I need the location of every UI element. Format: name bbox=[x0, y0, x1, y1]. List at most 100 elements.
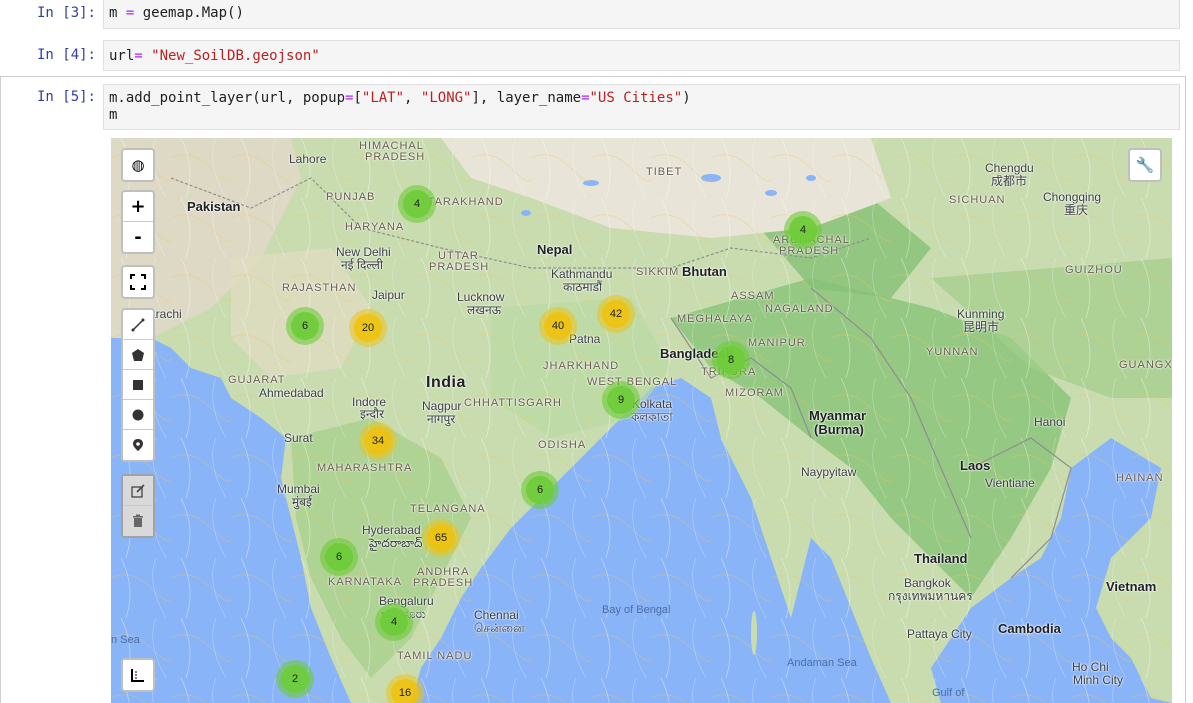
map-label: Thailand bbox=[914, 551, 968, 566]
map-label: Surat bbox=[284, 431, 313, 445]
map-label: Vientiane bbox=[985, 476, 1035, 490]
map-label: GUANGX bbox=[1119, 359, 1172, 371]
map-widget[interactable]: Pakistan India Nepal Bhutan Bangladesh Myanma… bbox=[111, 138, 1172, 703]
cluster-count: 20 bbox=[354, 314, 382, 342]
code-editor[interactable]: m = geemap.Map() bbox=[103, 0, 1180, 29]
marker-cluster[interactable]: 42 bbox=[597, 295, 635, 333]
map-label: JHARKHAND bbox=[543, 360, 620, 372]
cluster-count: 4 bbox=[789, 216, 817, 244]
cluster-count: 40 bbox=[544, 312, 572, 340]
draw-polyline-icon[interactable] bbox=[123, 310, 153, 340]
cell-prompt: In [4]: bbox=[36, 47, 96, 63]
wrench-icon[interactable]: 🔧 bbox=[1130, 150, 1160, 180]
marker-cluster[interactable]: 40 bbox=[539, 307, 577, 345]
cluster-count: 42 bbox=[602, 300, 630, 328]
zoom-in-button[interactable]: + bbox=[123, 192, 153, 222]
map-label: (Burma) bbox=[814, 422, 864, 437]
globe-icon[interactable]: ◍ bbox=[123, 150, 153, 180]
map-label: n Sea bbox=[111, 634, 140, 646]
draw-marker-icon[interactable] bbox=[123, 430, 153, 460]
map-label: SIKKIM bbox=[636, 266, 680, 278]
map-label: Pattaya City bbox=[907, 627, 972, 641]
map-label: Bay of Bengal bbox=[602, 604, 671, 616]
delete-layers-icon[interactable] bbox=[123, 506, 153, 536]
map-label: Cambodia bbox=[998, 621, 1061, 636]
marker-cluster[interactable]: 4 bbox=[398, 185, 436, 223]
cell-prompt: In [5]: bbox=[36, 89, 96, 105]
map-label: சென்னை bbox=[474, 621, 525, 635]
map-label: India bbox=[426, 374, 466, 391]
map-label: Laos bbox=[960, 458, 991, 473]
cluster-count: 16 bbox=[391, 679, 419, 703]
map-label: KARNATAKA bbox=[328, 576, 402, 588]
marker-cluster[interactable]: 8 bbox=[712, 341, 750, 379]
map-label: RAJASTHAN bbox=[282, 282, 357, 294]
edit-toolbar[interactable] bbox=[121, 474, 155, 538]
marker-cluster[interactable]: 34 bbox=[359, 422, 397, 460]
map-label: Andaman Sea bbox=[787, 657, 857, 669]
map-label: 昆明市 bbox=[963, 320, 1000, 334]
cluster-count: 65 bbox=[427, 524, 455, 552]
fullscreen-icon[interactable] bbox=[123, 267, 153, 297]
marker-cluster[interactable]: 65 bbox=[422, 519, 460, 557]
map-label: Minh City bbox=[1073, 673, 1124, 687]
map-label: TELANGANA bbox=[410, 503, 486, 515]
map-label: Hanoi bbox=[1034, 415, 1066, 429]
map-label: काठमाडौं bbox=[563, 280, 603, 294]
marker-cluster[interactable]: 4 bbox=[784, 211, 822, 249]
map-label: Jaipur bbox=[372, 288, 405, 302]
marker-cluster[interactable]: 6 bbox=[521, 471, 559, 509]
marker-cluster[interactable]: 20 bbox=[349, 309, 387, 347]
cluster-count: 6 bbox=[526, 476, 554, 504]
toolbar-toggle[interactable]: 🔧 bbox=[1128, 148, 1162, 182]
map-label: Vietnam bbox=[1106, 579, 1157, 594]
draw-rectangle-icon[interactable] bbox=[123, 370, 153, 400]
cluster-count: 34 bbox=[364, 427, 392, 455]
marker-cluster[interactable]: 6 bbox=[286, 307, 324, 345]
ruler-icon[interactable] bbox=[123, 660, 153, 690]
draw-circle-icon[interactable] bbox=[123, 400, 153, 430]
marker-cluster[interactable]: 4 bbox=[375, 603, 413, 641]
map-label: Ahmedabad bbox=[259, 386, 324, 400]
fullscreen-control[interactable] bbox=[121, 265, 155, 299]
cluster-count: 8 bbox=[717, 346, 745, 374]
cell-prompt: In [3]: bbox=[36, 5, 96, 21]
map-label: 成都市 bbox=[991, 174, 1028, 188]
cluster-count: 9 bbox=[607, 386, 635, 414]
draw-polygon-icon[interactable] bbox=[123, 340, 153, 370]
code-editor[interactable]: url= "New_SoilDB.geojson" bbox=[103, 40, 1180, 71]
map-label: Lahore bbox=[289, 152, 327, 166]
map-label: इन्दौर bbox=[360, 407, 384, 421]
map-label: नई दिल्ली bbox=[341, 258, 384, 272]
map-label: ODISHA bbox=[538, 439, 587, 451]
map-label: 重庆 bbox=[1064, 203, 1089, 217]
map-label: PRADESH bbox=[365, 151, 426, 163]
map-label: Bhutan bbox=[682, 264, 727, 279]
map-label: MANIPUR bbox=[748, 337, 806, 349]
layer-manager-control[interactable] bbox=[121, 658, 155, 692]
map-label: กรุงเทพมหานคร bbox=[888, 589, 973, 603]
cluster-count: 2 bbox=[281, 665, 309, 693]
map-label: लखनऊ bbox=[467, 303, 502, 317]
map-label: Myanmar bbox=[809, 408, 867, 423]
map-label: MEGHALAYA bbox=[677, 313, 753, 325]
zoom-out-button[interactable]: - bbox=[123, 222, 153, 252]
map-label: GUIZHOU bbox=[1065, 264, 1123, 276]
map-label: Gulf of bbox=[932, 687, 965, 699]
zoom-control[interactable]: + - bbox=[121, 190, 155, 254]
basemap-control[interactable]: ◍ bbox=[121, 148, 155, 182]
cluster-count: 4 bbox=[380, 608, 408, 636]
map-label: Nepal bbox=[537, 242, 573, 257]
map-label: नागपुर bbox=[427, 412, 456, 426]
map-label: PRADESH bbox=[413, 577, 474, 589]
marker-cluster[interactable]: 2 bbox=[276, 660, 314, 698]
code-editor[interactable]: m.add_point_layer(url, popup=["LAT", "LO… bbox=[103, 84, 1180, 130]
map-label: MIZORAM bbox=[725, 387, 784, 399]
edit-layers-icon[interactable] bbox=[123, 476, 153, 506]
marker-cluster[interactable]: 9 bbox=[602, 381, 640, 419]
map-label: SICHUAN bbox=[949, 194, 1006, 206]
map-label: TIBET bbox=[646, 166, 683, 178]
map-label: PRADESH bbox=[429, 261, 490, 273]
marker-cluster[interactable]: 6 bbox=[320, 538, 358, 576]
draw-toolbar[interactable] bbox=[121, 308, 155, 462]
